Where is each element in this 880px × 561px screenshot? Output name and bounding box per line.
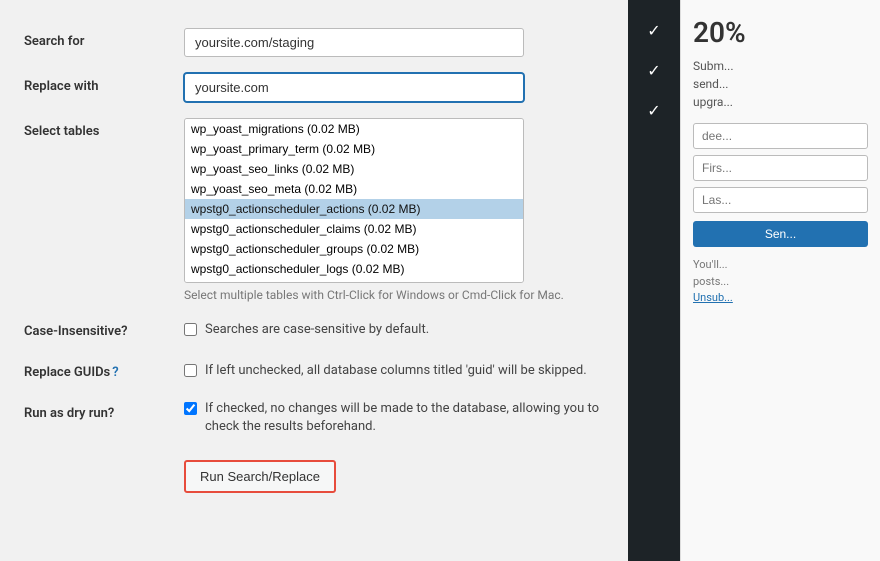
replace-guids-help-link[interactable]: ? [112,365,118,380]
run-button-cell: Run Search/Replace [184,444,604,501]
run-search-replace-button[interactable]: Run Search/Replace [184,460,336,493]
checkmark-icon-2: ✓ [647,61,660,80]
dry-run-text: If checked, no changes will be made to t… [205,400,604,436]
dry-run-row: Run as dry run? If checked, no changes w… [24,392,604,444]
replace-guids-row-inner: If left unchecked, all database columns … [184,362,604,380]
sidebar-icon-1[interactable]: ✓ [628,10,680,50]
right-panel-footnote: You'll...posts...Unsub... [693,257,868,307]
replace-guids-label-cell: Replace GUIDs? [24,351,184,392]
replace-guids-label-group: Replace GUIDs? [24,365,174,380]
search-for-input[interactable] [184,28,524,57]
dry-run-label: Run as dry run? [24,392,184,444]
run-button-label-cell [24,444,184,501]
case-insensitive-label: Case-Insensitive? [24,310,184,351]
sidebar-icon-3[interactable]: ✓ [628,90,680,130]
replace-guids-text: If left unchecked, all database columns … [205,362,587,380]
sidebar-icon-2[interactable]: ✓ [628,50,680,90]
replace-guids-row: Replace GUIDs? If left unchecked, all da… [24,351,604,392]
tables-select[interactable]: wp_yoast_migrations (0.02 MB)wp_yoast_pr… [184,118,524,283]
search-for-cell [184,20,604,65]
select-tables-cell: wp_yoast_migrations (0.02 MB)wp_yoast_pr… [184,110,604,310]
sidebar-right: ✓ ✓ ✓ [628,0,680,561]
main-content: Search for Replace with Select tables wp… [0,0,628,561]
form-table: Search for Replace with Select tables wp… [24,20,604,501]
case-insensitive-row-inner: Searches are case-sensitive by default. [184,321,604,339]
replace-guids-label: Replace GUIDs [24,365,110,380]
select-tables-label: Select tables [24,110,184,310]
case-insensitive-cell: Searches are case-sensitive by default. [184,310,604,351]
case-insensitive-row: Case-Insensitive? Searches are case-sens… [24,310,604,351]
right-panel-heading: 20% [693,16,868,49]
dry-run-checkbox[interactable] [184,402,197,415]
dry-run-cell: If checked, no changes will be made to t… [184,392,604,444]
replace-with-cell [184,65,604,110]
run-button-row: Run Search/Replace [24,444,604,501]
replace-with-input[interactable] [184,73,524,102]
case-insensitive-checkbox[interactable] [184,323,197,336]
right-panel-input-2[interactable] [693,155,868,181]
right-panel-send-button[interactable]: Sen... [693,221,868,247]
search-for-row: Search for [24,20,604,65]
unsubscribe-link[interactable]: Unsub... [693,291,733,304]
checkmark-icon-1: ✓ [647,21,660,40]
replace-with-label: Replace with [24,65,184,110]
right-panel: 20% Subm...send...upgra... Sen... You'll… [680,0,880,561]
right-panel-input-1[interactable] [693,123,868,149]
replace-guids-cell: If left unchecked, all database columns … [184,351,604,392]
dry-run-row-inner: If checked, no changes will be made to t… [184,400,604,436]
tables-hint: Select multiple tables with Ctrl-Click f… [184,288,604,302]
right-panel-description: Subm...send...upgra... [693,57,868,111]
case-insensitive-text: Searches are case-sensitive by default. [205,321,429,339]
select-tables-row: Select tables wp_yoast_migrations (0.02 … [24,110,604,310]
replace-with-row: Replace with [24,65,604,110]
search-for-label: Search for [24,20,184,65]
right-panel-input-3[interactable] [693,187,868,213]
replace-guids-checkbox[interactable] [184,364,197,377]
checkmark-icon-3: ✓ [647,101,660,120]
